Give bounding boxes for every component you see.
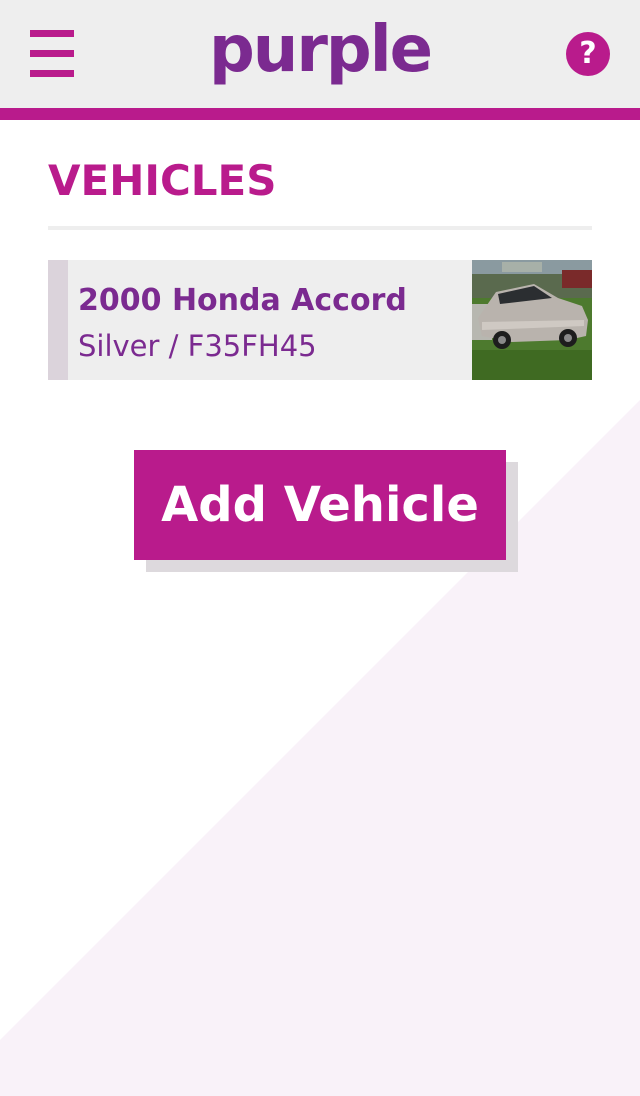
help-question-icon[interactable]: ?: [566, 32, 610, 76]
vehicle-color-plate: Silver / F35FH45: [78, 329, 317, 363]
add-vehicle-button[interactable]: Add Vehicle: [134, 450, 506, 560]
title-divider: [48, 226, 592, 230]
vehicle-photo: [472, 260, 592, 380]
purple-logo: purple: [208, 13, 433, 87]
header-accent-stripe: [0, 108, 640, 120]
vehicle-list-item[interactable]: 2000 Honda Accord Silver / F35FH45: [48, 260, 592, 380]
page-title: VEHICLES: [48, 156, 277, 205]
vehicle-name: 2000 Honda Accord: [78, 283, 407, 318]
vehicle-card-accent: [48, 260, 68, 380]
app-header: purple ?: [0, 0, 640, 108]
app-screen: purple ? VEHICLES 2000 Honda Accord Silv…: [0, 0, 640, 1096]
